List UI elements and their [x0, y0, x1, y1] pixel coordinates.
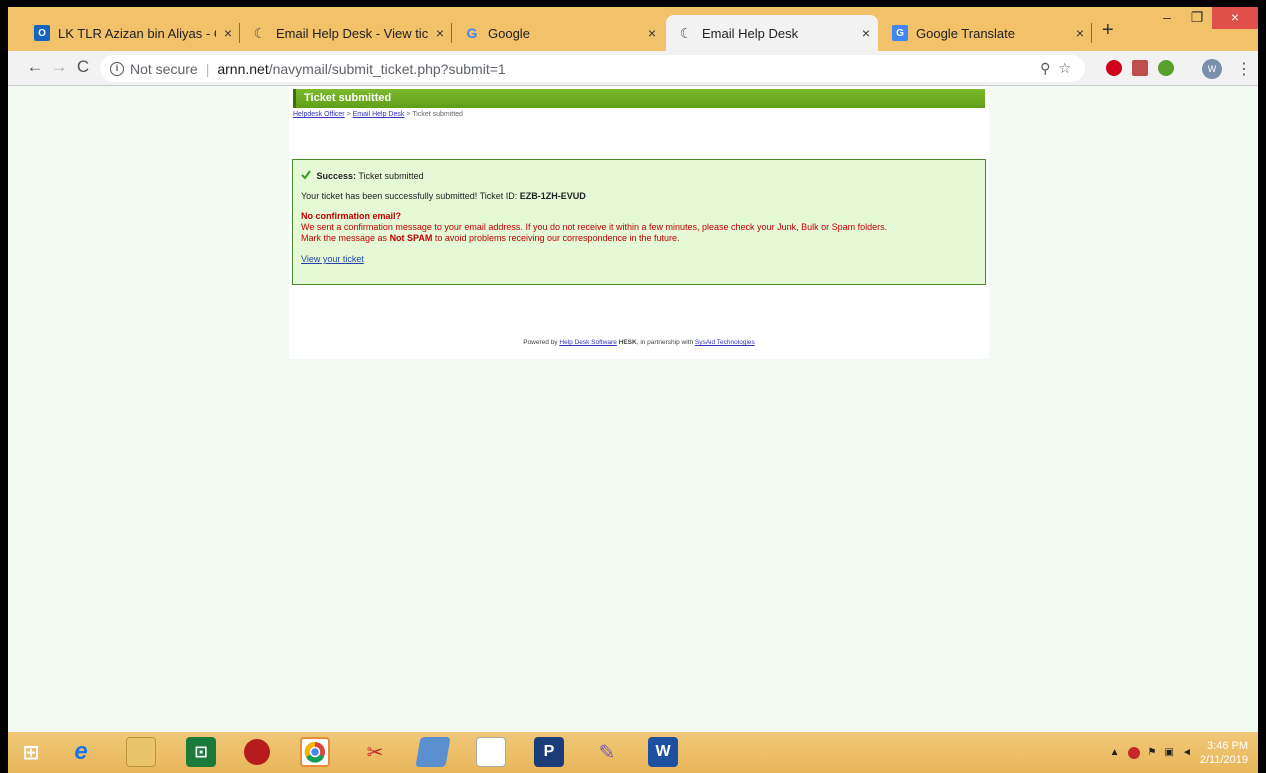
address-bar[interactable]: i Not secure | arnn.net /navymail/submit…: [100, 55, 1085, 82]
no-confirmation-title: No confirmation email?: [301, 211, 402, 221]
close-icon[interactable]: ×: [854, 25, 878, 41]
chrome-logo-icon: [304, 741, 325, 763]
system-tray: ▲ ⚑ ▣ ◄ 3:46 PM 2/11/2019: [1110, 732, 1258, 773]
tray-app-icon[interactable]: [1127, 746, 1140, 759]
zoom-icon[interactable]: ⚲: [1040, 60, 1050, 77]
adblock-icon[interactable]: [1106, 60, 1122, 76]
close-icon[interactable]: ×: [1068, 25, 1092, 41]
app-icon-red[interactable]: [244, 739, 270, 765]
pdf-icon[interactable]: [1132, 60, 1148, 76]
tab-google-translate[interactable]: G Google Translate ×: [880, 15, 1092, 51]
security-label: Not secure: [130, 60, 198, 77]
checkmark-icon: [301, 170, 311, 180]
windows-start-icon[interactable]: ⊞: [16, 737, 46, 767]
page-footer: Powered by Help Desk Software HESK, in p…: [289, 339, 989, 346]
breadcrumb-helpdesk-officer[interactable]: Helpdesk Officer: [293, 111, 345, 118]
success-text: Ticket submitted: [358, 171, 424, 181]
network-icon[interactable]: ▣: [1165, 747, 1174, 758]
outlook-icon: O: [34, 25, 50, 41]
file-explorer-icon[interactable]: [126, 737, 156, 767]
chrome-icon[interactable]: [300, 737, 330, 767]
browser-menu-icon[interactable]: ⋮: [1236, 59, 1252, 79]
snipping-tool-icon[interactable]: ✂: [360, 737, 390, 767]
tray-arrow-icon[interactable]: ▲: [1110, 747, 1120, 758]
not-spam-label: Not SPAM: [389, 233, 433, 243]
tab-label: Email Help Desk - View ticket: [276, 25, 428, 41]
clock[interactable]: 3:46 PM 2/11/2019: [1200, 739, 1248, 767]
footer-prefix: Powered by: [523, 339, 558, 346]
notepad-icon[interactable]: [476, 737, 506, 767]
app-icon-p[interactable]: P: [534, 737, 564, 767]
divider: |: [205, 60, 210, 77]
breadcrumb-separator: >: [406, 111, 411, 118]
internet-explorer-icon[interactable]: e: [66, 737, 96, 767]
restore-button[interactable]: ❐: [1182, 7, 1212, 29]
reload-button[interactable]: C: [72, 57, 94, 77]
paint-icon[interactable]: ✎: [592, 737, 622, 767]
tab-label: LK TLR Azizan bin Aliyas - Outlo: [58, 25, 216, 41]
window-controls: – ❐ ×: [1152, 7, 1258, 29]
spam-message-suffix: to avoid problems receiving our correspo…: [434, 233, 680, 243]
tab-google[interactable]: G Google ×: [452, 15, 664, 51]
breadcrumb-email-help-desk[interactable]: Email Help Desk: [353, 111, 405, 118]
bookmark-star-icon[interactable]: ☆: [1058, 60, 1071, 77]
google-icon: G: [466, 25, 478, 41]
ticket-id: EZB-1ZH-EVUD: [519, 191, 586, 201]
no-confirmation-block: No confirmation email? We sent a confirm…: [301, 211, 977, 244]
success-row: Success: Ticket submitted: [301, 170, 977, 181]
word-icon[interactable]: W: [648, 737, 678, 767]
breadcrumb-current: Ticket submitted: [412, 111, 463, 118]
tab-strip: O LK TLR Azizan bin Aliyas - Outlo × ☾ E…: [8, 7, 1258, 51]
back-button[interactable]: ←: [24, 57, 46, 77]
view-ticket-link[interactable]: View your ticket: [301, 254, 364, 264]
footer-brand: HESK: [618, 339, 637, 346]
clock-date: 2/11/2019: [1199, 753, 1248, 766]
url-path: /navymail/submit_ticket.php?submit=1: [268, 60, 506, 77]
volume-icon[interactable]: ◄: [1182, 747, 1192, 758]
close-icon[interactable]: ×: [640, 25, 664, 41]
sysaid-link[interactable]: SysAid Technologies: [695, 339, 755, 346]
tab-view-ticket[interactable]: ☾ Email Help Desk - View ticket ×: [240, 15, 452, 51]
new-tab-button[interactable]: +: [1102, 19, 1114, 42]
confirmation-message: We sent a confirmation message to your e…: [301, 222, 888, 232]
browser-toolbar: ← → C i Not secure | arnn.net /navymail/…: [8, 51, 1258, 86]
omnibox-actions: ⚲ ☆: [1040, 60, 1071, 77]
ticket-message: Your ticket has been successfully submit…: [301, 191, 518, 201]
tab-label: Google Translate: [916, 25, 1016, 41]
url-domain: arnn.net: [217, 60, 269, 77]
browser-window: O LK TLR Azizan bin Aliyas - Outlo × ☾ E…: [8, 7, 1258, 773]
breadcrumb: Helpdesk Officer > Email Help Desk > Tic…: [293, 111, 463, 118]
window-close-button[interactable]: ×: [1212, 7, 1258, 29]
action-center-flag-icon[interactable]: ⚑: [1148, 747, 1157, 758]
store-icon[interactable]: ⊡: [186, 737, 216, 767]
help-desk-software-link[interactable]: Help Desk Software: [559, 339, 616, 346]
success-notice: Success: Ticket submitted Your ticket ha…: [292, 159, 986, 285]
close-icon[interactable]: ×: [216, 25, 240, 41]
success-label: Success:: [316, 171, 357, 181]
extension-icon[interactable]: [1158, 60, 1174, 76]
page-title: Ticket submitted: [293, 89, 985, 108]
hesk-icon: ☾: [679, 24, 693, 41]
tab-label: Google: [488, 25, 530, 41]
ticket-id-row: Your ticket has been successfully submit…: [301, 191, 977, 201]
taskbar: ⊞ e ⊡ ✂ P ✎ W ▲ ⚑ ▣ ◄ 3:46 PM 2/11/2019: [8, 732, 1258, 773]
page-viewport: Ticket submitted Helpdesk Officer > Emai…: [8, 87, 1258, 732]
clock-time: 3:46 PM: [1207, 739, 1248, 752]
profile-avatar[interactable]: W: [1202, 59, 1222, 79]
close-icon[interactable]: ×: [428, 25, 452, 41]
translate-icon: G: [892, 25, 908, 41]
forward-button[interactable]: →: [48, 57, 70, 77]
tab-outlook[interactable]: O LK TLR Azizan bin Aliyas - Outlo ×: [22, 15, 240, 51]
info-icon[interactable]: i: [110, 61, 124, 76]
breadcrumb-separator: >: [346, 111, 351, 118]
helpdesk-page: Ticket submitted Helpdesk Officer > Emai…: [289, 87, 989, 359]
tab-label: Email Help Desk: [702, 25, 799, 41]
footer-middle: , in partnership with: [636, 339, 694, 346]
hesk-icon: ☾: [253, 24, 267, 41]
app-icon-blue[interactable]: [415, 737, 451, 767]
tab-email-help-desk[interactable]: ☾ Email Help Desk ×: [666, 15, 878, 51]
spam-message-prefix: Mark the message as: [301, 233, 388, 243]
minimize-button[interactable]: –: [1152, 7, 1182, 29]
